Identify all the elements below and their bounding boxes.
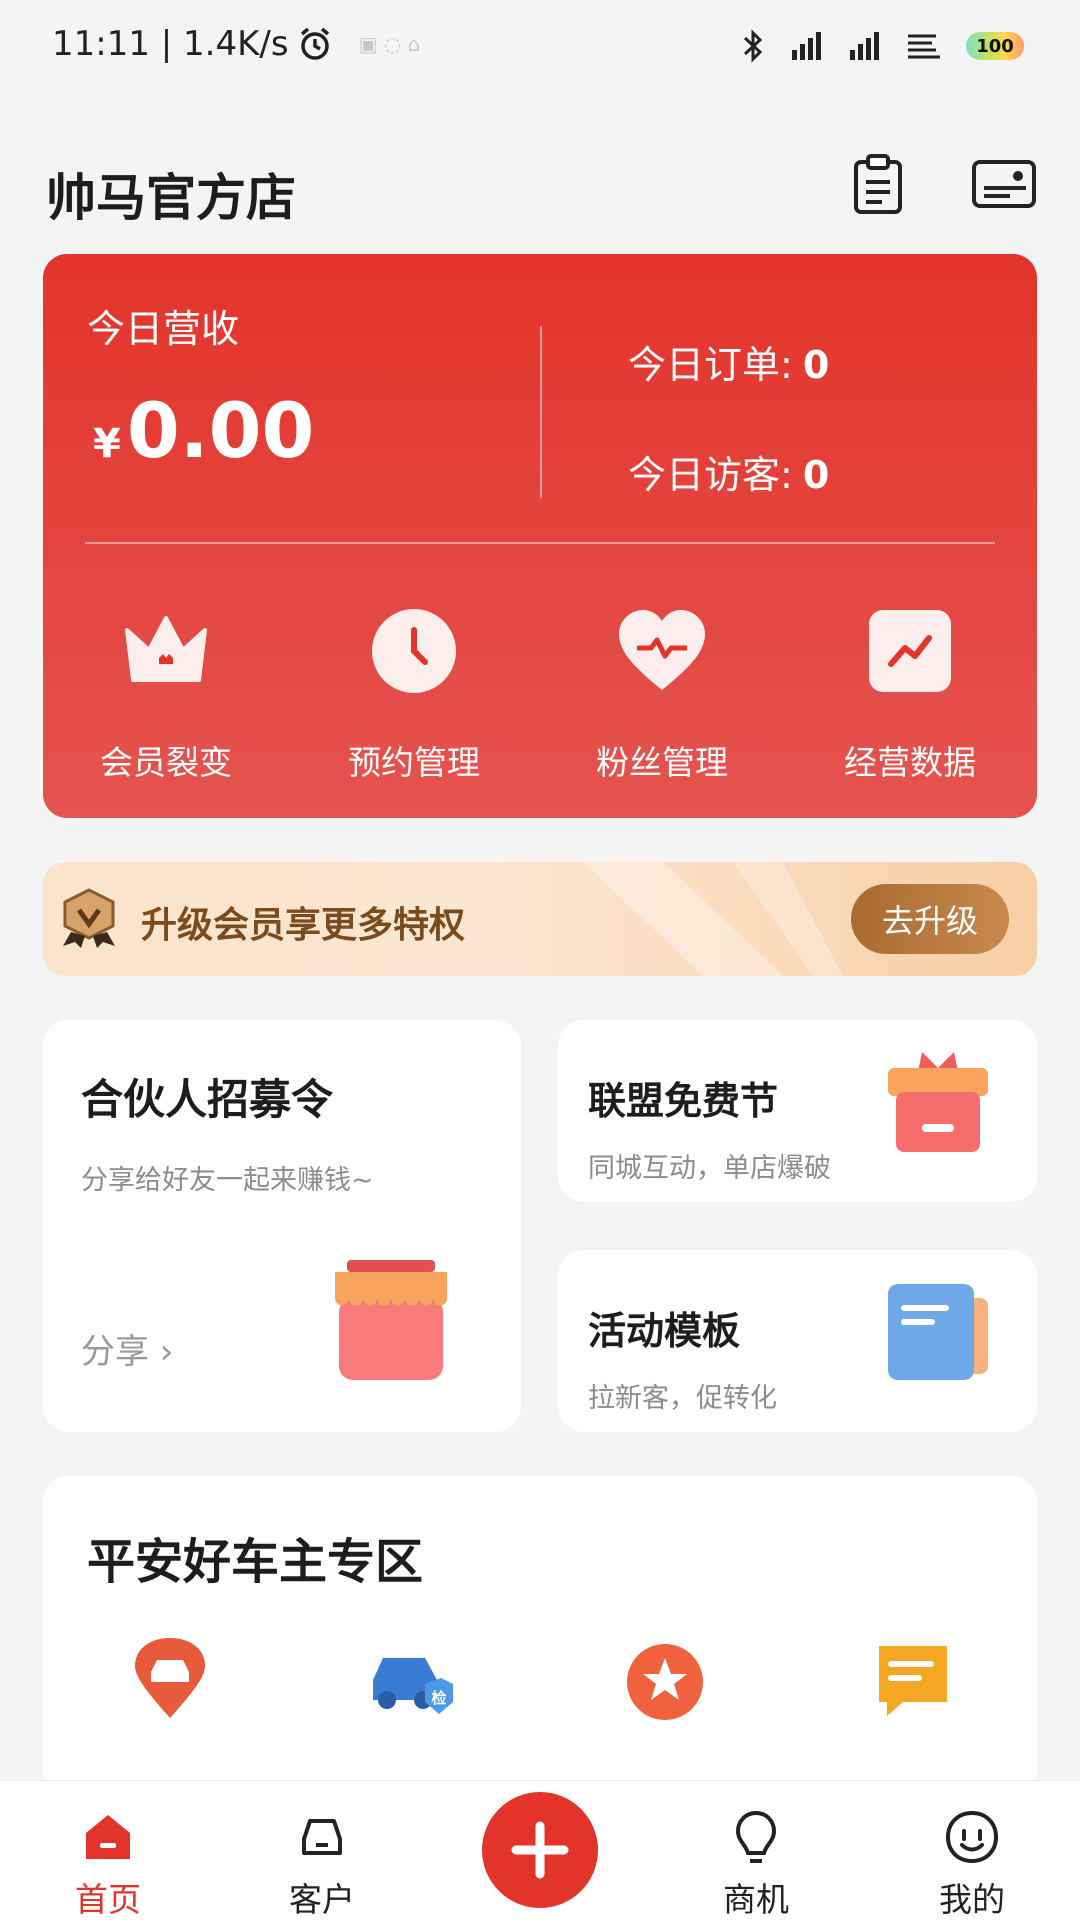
smile-face-icon — [945, 1811, 999, 1864]
add-button[interactable] — [482, 1792, 598, 1908]
battery-indicator: 100 — [966, 32, 1024, 60]
home-icon — [86, 1815, 130, 1859]
orders-stat: 今日订单: 0 — [628, 334, 829, 389]
revenue-value: ¥0.00 — [93, 386, 314, 475]
plus-icon — [511, 1821, 569, 1879]
alliance-title: 联盟免费节 — [588, 1079, 779, 1123]
upgrade-text: 升级会员享更多特权 — [141, 905, 466, 946]
feedback-note-icon[interactable] — [873, 1640, 953, 1720]
star-badge-icon[interactable] — [625, 1642, 705, 1722]
car-inspection-icon[interactable]: 检 — [369, 1644, 455, 1718]
document-template-icon — [888, 1284, 988, 1380]
alarm-icon — [300, 27, 329, 60]
orders-label: 今日订单: — [628, 343, 793, 387]
quick-action-member-fission[interactable]: 会员裂变 — [56, 604, 276, 784]
status-time: 11:11 | 1.4K/s ▣ ◌ ⌂ — [52, 24, 421, 64]
notification-icons: ▣ ◌ ⌂ — [358, 32, 421, 56]
tab-opportunities[interactable]: 商机 — [676, 1781, 836, 1921]
tab-home[interactable]: 首页 — [28, 1781, 188, 1921]
template-subtitle: 拉新客，促转化 — [588, 1383, 777, 1414]
tab-customers[interactable]: 客户 — [242, 1781, 402, 1921]
partner-subtitle: 分享给好友一起来赚钱~ — [81, 1165, 374, 1196]
currency-symbol: ¥ — [93, 421, 121, 467]
svg-text:检: 检 — [431, 1689, 446, 1707]
vip-badge-icon — [63, 888, 115, 948]
upgrade-banner[interactable]: 升级会员享更多特权 去升级 — [43, 862, 1037, 976]
quick-action-fans[interactable]: 粉丝管理 — [552, 604, 772, 784]
vertical-divider — [540, 326, 542, 498]
upgrade-button[interactable]: 去升级 — [851, 884, 1009, 954]
summary-card: 今日营收 ¥0.00 今日订单: 0 今日访客: 0 会员裂变 预约管理 粉丝管理 — [43, 254, 1037, 818]
visitors-stat: 今日访客: 0 — [628, 444, 829, 499]
ping-an-title: 平安好车主专区 — [87, 1534, 424, 1590]
wifi-icon — [908, 34, 940, 59]
template-title: 活动模板 — [588, 1309, 741, 1353]
revenue-label: 今日营收 — [87, 307, 240, 351]
clock-icon — [372, 609, 456, 693]
alliance-free-card[interactable]: 联盟免费节 同城互动，单店爆破 — [558, 1020, 1037, 1202]
banner-decoration — [583, 862, 843, 976]
orders-value: 0 — [802, 343, 830, 387]
tab-mine[interactable]: 我的 — [892, 1781, 1052, 1921]
share-link[interactable]: 分享 › — [81, 1324, 173, 1373]
visitors-label: 今日访客: — [628, 453, 793, 497]
quick-action-business-data[interactable]: 经营数据 — [800, 604, 1020, 784]
status-icons: 100 — [738, 28, 1024, 64]
customer-icon — [302, 1819, 342, 1855]
car-location-pin-icon[interactable] — [131, 1636, 209, 1720]
trend-chart-icon — [869, 610, 951, 692]
status-bar: 11:11 | 1.4K/s ▣ ◌ ⌂ 100 — [0, 0, 1080, 100]
gift-box-icon — [888, 1052, 988, 1152]
activity-template-card[interactable]: 活动模板 拉新客，促转化 — [558, 1250, 1037, 1432]
revenue-amount: 0.00 — [126, 386, 315, 475]
clipboard-icon[interactable] — [846, 152, 910, 216]
bluetooth-icon — [743, 29, 763, 63]
signal-icon — [850, 32, 879, 60]
id-card-icon[interactable] — [970, 152, 1040, 216]
shop-title: 帅马官方店 — [46, 169, 296, 227]
partner-recruit-card[interactable]: 合伙人招募令 分享给好友一起来赚钱~ 分享 › — [43, 1020, 521, 1432]
horizontal-divider — [85, 542, 995, 544]
heart-pulse-icon — [619, 610, 705, 690]
quick-action-booking[interactable]: 预约管理 — [304, 604, 524, 784]
visitors-value: 0 — [802, 453, 830, 497]
shop-awning-icon — [335, 1260, 447, 1380]
signal-icon — [792, 32, 821, 60]
crown-icon — [125, 616, 207, 682]
alliance-subtitle: 同城互动，单店爆破 — [588, 1153, 831, 1184]
bulb-icon — [735, 1810, 777, 1863]
partner-title: 合伙人招募令 — [81, 1075, 334, 1124]
